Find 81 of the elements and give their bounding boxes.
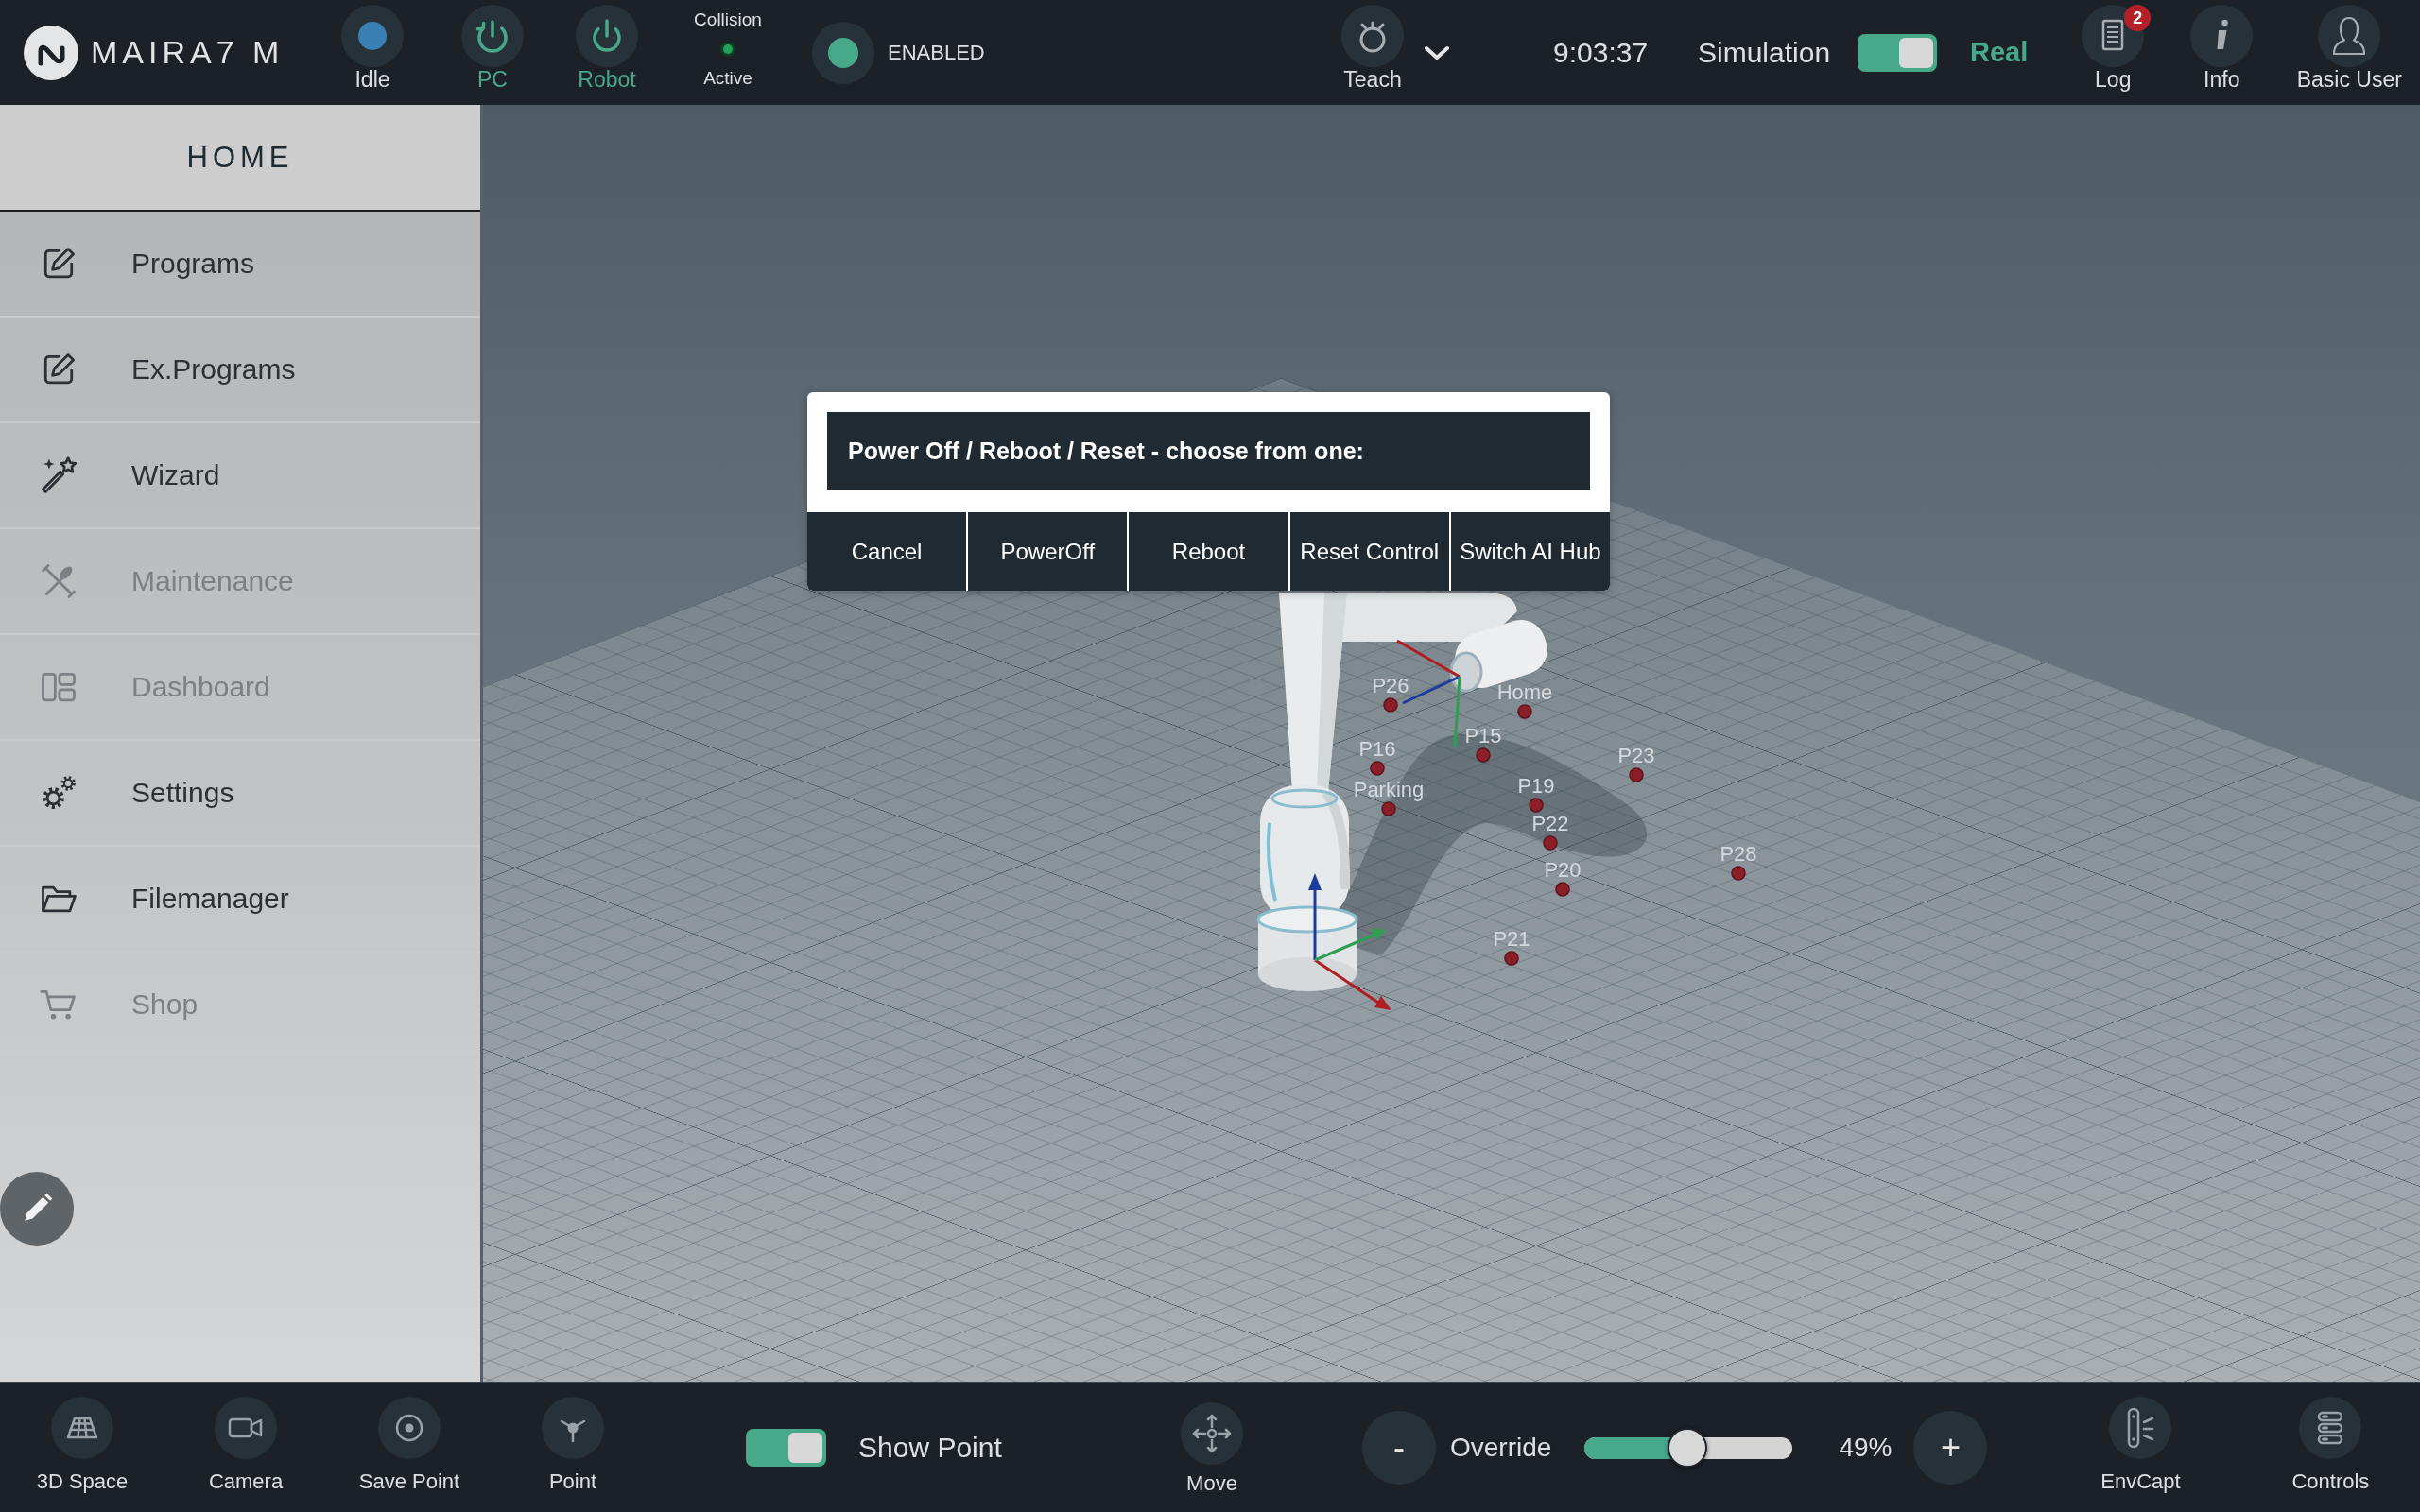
sidebar-title: HOME	[0, 105, 480, 212]
override-value: 49%	[1839, 1433, 1893, 1463]
restart-icon	[461, 5, 524, 67]
waypoint-label: Parking	[1353, 778, 1425, 801]
waypoint-label: P21	[1493, 927, 1530, 951]
decrease-button[interactable]: -	[1362, 1411, 1436, 1485]
waypoint-marker	[1383, 697, 1398, 713]
waypoint-label: P20	[1544, 858, 1582, 882]
brand-name: MAIRA7 M	[91, 34, 285, 71]
camera-button[interactable]: Camera	[184, 1383, 307, 1494]
view-3d-button[interactable]: 3D Space	[21, 1383, 144, 1494]
move-arrows-icon	[1181, 1402, 1243, 1465]
waypoint-marker	[1543, 835, 1558, 850]
camera-icon	[215, 1397, 277, 1459]
waypoint-marker	[1731, 866, 1746, 881]
status-light-icon	[341, 5, 404, 67]
simulation-label: Simulation	[1698, 36, 1832, 69]
slider-track[interactable]	[1584, 1428, 1793, 1468]
timer-icon	[1341, 5, 1404, 67]
dialog-button[interactable]: Reset Control	[1289, 512, 1449, 591]
override-label: Override	[1450, 1433, 1552, 1463]
sensor-icon	[2109, 1397, 2172, 1459]
target-icon	[378, 1397, 441, 1459]
dialog-button[interactable]: Switch AI Hub	[1450, 512, 1610, 591]
point-button[interactable]: Point	[511, 1383, 634, 1494]
info-icon	[2190, 5, 2254, 67]
nav-item[interactable]: Ex.Programs	[0, 318, 480, 423]
dialog-button[interactable]: PowerOff	[968, 512, 1128, 591]
waypoint-label: P26	[1372, 674, 1409, 697]
collision-label: Collision	[694, 9, 762, 30]
waypoint-label: P23	[1617, 744, 1655, 767]
info-button[interactable]: Info	[2174, 0, 2270, 92]
clock-time: 9:03:37	[1553, 36, 1650, 69]
controls-button[interactable]: Controls	[2273, 1383, 2388, 1494]
dialog-title: Power Off / Reboot / Reset - choose from one:	[827, 412, 1590, 490]
save-point-button[interactable]: Save Point	[348, 1383, 471, 1494]
status-dot-icon	[720, 42, 735, 57]
real-label: Real	[1970, 37, 2029, 68]
robot-power-button[interactable]: Robot	[560, 0, 654, 92]
waypoint-label: Home	[1496, 680, 1553, 704]
collision-status-label: Active	[703, 68, 752, 89]
show-point-label: Show Point	[858, 1432, 1002, 1464]
mode-toggle[interactable]	[1858, 33, 1937, 72]
waypoint-marker	[1529, 798, 1544, 813]
waypoint-marker	[1476, 747, 1491, 763]
waypoint-label: P19	[1517, 774, 1555, 798]
increase-button[interactable]: +	[1913, 1411, 1988, 1485]
waypoint-label: P28	[1720, 842, 1757, 866]
waypoint-marker	[1370, 761, 1385, 776]
stacked-bars-icon	[2299, 1397, 2362, 1459]
slider-thumb[interactable]	[1667, 1428, 1707, 1468]
nav-item[interactable]: Filemanager	[0, 847, 480, 953]
robot-state-label: Idle	[354, 67, 390, 92]
envcapt-button[interactable]: EnvCapt	[2083, 1383, 2198, 1494]
pc-restart-button[interactable]: PC	[445, 0, 540, 92]
teach-button[interactable]: Teach	[1325, 0, 1420, 92]
user-button[interactable]: Basic User	[2288, 0, 2411, 92]
notification-badge: 2	[2124, 5, 2152, 31]
nav-item[interactable]: Settings	[0, 741, 480, 847]
tripod-icon	[542, 1397, 604, 1459]
log-button[interactable]: 2 Log	[2066, 0, 2161, 92]
waypoint-marker	[1555, 882, 1570, 897]
grid-plane-icon	[51, 1397, 113, 1459]
show-point-toggle[interactable]	[746, 1429, 826, 1467]
power-icon	[576, 5, 638, 67]
status-light-icon	[812, 21, 874, 84]
waypoint-label: P16	[1358, 737, 1396, 761]
dialog-button[interactable]: Cancel	[807, 512, 967, 591]
waypoint-marker	[1629, 767, 1644, 782]
waypoint-marker	[1517, 704, 1532, 719]
waypoint-marker	[1381, 801, 1396, 816]
waypoint-label: P22	[1531, 812, 1569, 835]
move-button[interactable]: Move	[1165, 1383, 1259, 1496]
logo-icon	[24, 25, 78, 80]
waypoint-label: P15	[1464, 724, 1502, 747]
nav-item[interactable]: Wizard	[0, 423, 480, 529]
user-icon	[2318, 5, 2381, 67]
enable-button[interactable]: ENABLED	[812, 21, 986, 84]
waypoint-marker	[1504, 951, 1519, 966]
nav-item[interactable]: Programs	[0, 212, 480, 318]
dialog-button[interactable]: Reboot	[1129, 512, 1288, 591]
